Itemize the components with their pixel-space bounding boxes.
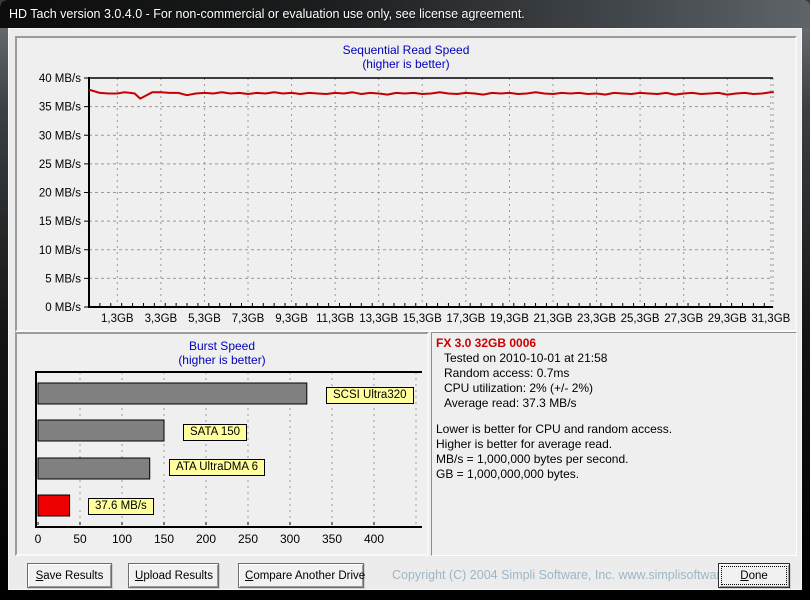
svg-text:15,3GB: 15,3GB (403, 313, 442, 325)
svg-text:23,3GB: 23,3GB (577, 313, 616, 325)
results-info-panel: FX 3.0 32GB 0006 Tested on 2010-10-01 at… (431, 332, 797, 556)
note-gb-definition: GB = 1,000,000,000 bytes. (436, 467, 580, 481)
window-titlebar[interactable]: HD Tach version 3.0.4.0 - For non-commer… (0, 0, 810, 28)
svg-text:3,3GB: 3,3GB (145, 313, 178, 325)
burst-bar-label: 37.6 MB/s (88, 498, 154, 515)
drive-name: FX 3.0 32GB 0006 (436, 336, 537, 350)
svg-text:7,3GB: 7,3GB (232, 313, 265, 325)
svg-text:25,3GB: 25,3GB (621, 313, 660, 325)
svg-text:100: 100 (112, 532, 132, 546)
tested-on-line: Tested on 2010-10-01 at 21:58 (444, 351, 608, 365)
note-mbs-definition: MB/s = 1,000,000 bytes per second. (436, 452, 629, 466)
svg-text:31,3GB: 31,3GB (751, 313, 790, 325)
save-results-button[interactable]: Save Results (27, 563, 112, 588)
svg-text:27,3GB: 27,3GB (664, 313, 703, 325)
sequential-read-panel: Sequential Read Speed (higher is better)… (15, 36, 797, 332)
svg-text:15 MB/s: 15 MB/s (39, 216, 81, 228)
svg-text:25 MB/s: 25 MB/s (39, 159, 81, 171)
compare-another-drive-button[interactable]: Compare Another Drive (238, 563, 365, 588)
svg-text:50: 50 (73, 532, 87, 546)
burst-bar-label: SCSI Ultra320 (326, 387, 414, 404)
svg-text:150: 150 (154, 532, 174, 546)
svg-text:400: 400 (364, 532, 384, 546)
burst-speed-chart: 0 50 100 150 200 250 300 350 400 (35, 371, 422, 546)
svg-text:350: 350 (322, 532, 342, 546)
svg-text:1,3GB: 1,3GB (101, 313, 134, 325)
svg-text:9,3GB: 9,3GB (275, 313, 308, 325)
burst-bar-label: SATA 150 (183, 424, 248, 441)
svg-text:30 MB/s: 30 MB/s (39, 130, 81, 142)
svg-text:250: 250 (238, 532, 258, 546)
burst-speed-panel: Burst Speed (higher is better) 0 50 100 150… (15, 332, 429, 556)
hd-tach-window: HD Tach version 3.0.4.0 - For non-commer… (0, 0, 810, 600)
cpu-utilization-line: CPU utilization: 2% (+/- 2%) (444, 381, 594, 395)
sequential-read-chart: 0 MB/s 5 MB/s 10 MB/s 15 MB/s 20 MB/s 25 MB/s… (39, 73, 791, 325)
svg-text:10 MB/s: 10 MB/s (39, 245, 81, 257)
svg-text:5,3GB: 5,3GB (188, 313, 221, 325)
note-higher-better: Higher is better for average read. (436, 437, 613, 451)
dialog-client-area: Sequential Read Speed (higher is better)… (8, 28, 802, 590)
svg-text:35 MB/s: 35 MB/s (39, 102, 81, 114)
svg-text:5 MB/s: 5 MB/s (45, 273, 81, 285)
svg-text:0: 0 (35, 532, 42, 546)
svg-text:20 MB/s: 20 MB/s (39, 188, 81, 200)
svg-text:11,3GB: 11,3GB (316, 313, 354, 325)
burst-bar-label: ATA UltraDMA 6 (169, 459, 266, 476)
upload-results-button[interactable]: Upload Results (128, 563, 219, 588)
svg-text:21,3GB: 21,3GB (533, 313, 572, 325)
svg-text:200: 200 (196, 532, 216, 546)
average-read-line: Average read: 37.3 MB/s (444, 396, 577, 410)
window-title: HD Tach version 3.0.4.0 - For non-commer… (9, 7, 525, 21)
svg-text:300: 300 (280, 532, 300, 546)
svg-text:29,3GB: 29,3GB (708, 313, 747, 325)
svg-text:19,3GB: 19,3GB (490, 313, 529, 325)
note-lower-better: Lower is better for CPU and random acces… (436, 422, 673, 436)
notes-block: Lower is better for CPU and random acces… (436, 422, 794, 482)
svg-text:40 MB/s: 40 MB/s (39, 73, 81, 85)
svg-text:0 MB/s: 0 MB/s (45, 302, 81, 314)
random-access-line: Random access: 0.7ms (444, 366, 570, 380)
svg-text:13,3GB: 13,3GB (359, 313, 398, 325)
copyright-text: Copyright (C) 2004 Simpli Software, Inc.… (392, 568, 755, 582)
svg-text:17,3GB: 17,3GB (446, 313, 485, 325)
done-button[interactable]: Done (718, 563, 790, 588)
